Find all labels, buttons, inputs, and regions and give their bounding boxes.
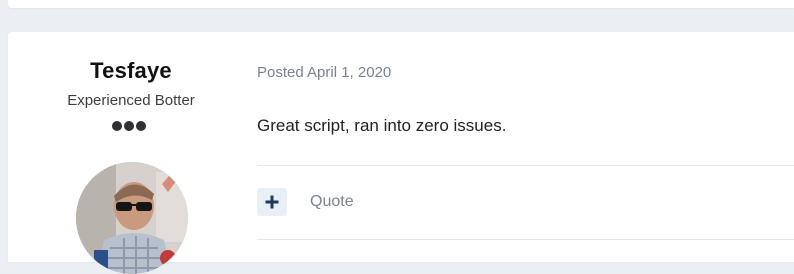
rank-pip [124,121,134,131]
avatar[interactable] [76,162,188,274]
divider [257,165,794,166]
react-button[interactable] [257,188,287,216]
quote-button[interactable]: Quote [310,193,354,211]
avatar-image [76,162,188,274]
rank-pips [112,121,146,131]
plus-icon [265,195,279,209]
rank-pip [112,121,122,131]
post-content: Great script, ran into zero issues. [257,116,507,135]
author-rank-title: Experienced Botter [67,92,195,109]
rank-pip [136,121,146,131]
forum-post: Tesfaye Experienced Botter Posted April … [8,32,794,274]
author-panel: Tesfaye Experienced Botter [36,32,226,274]
post-date[interactable]: Posted April 1, 2020 [257,64,391,81]
previous-post-card [8,0,794,8]
author-name[interactable]: Tesfaye [36,58,226,84]
divider [257,239,794,240]
